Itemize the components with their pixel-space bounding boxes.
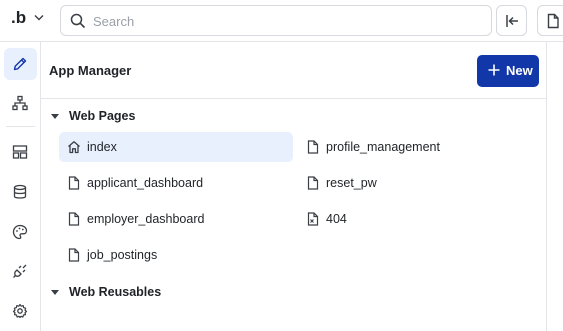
page-button[interactable] (537, 5, 563, 36)
scrollbar[interactable] (546, 42, 563, 331)
file-error-icon (307, 212, 319, 226)
page-item-reset-pw[interactable]: reset_pw (298, 168, 498, 198)
top-bar: .b (0, 0, 563, 42)
caret-down-icon[interactable] (51, 114, 59, 119)
page-label: 404 (326, 212, 347, 226)
page-label: reset_pw (326, 176, 377, 190)
new-button[interactable]: New (477, 55, 539, 87)
file-icon (68, 212, 80, 226)
page-item-employer-dashboard[interactable]: employer_dashboard (59, 204, 293, 234)
file-icon (68, 248, 80, 262)
rail-item-layout[interactable] (4, 136, 37, 168)
chevron-down-icon[interactable] (34, 14, 44, 22)
rail-divider (6, 126, 35, 127)
pencil-icon (13, 57, 27, 71)
collapse-left-icon (506, 15, 518, 27)
page-label: job_postings (87, 248, 158, 262)
page-item-404[interactable]: 404 (298, 204, 498, 234)
page-label: index (87, 140, 117, 154)
plug-icon (13, 264, 27, 278)
search-input[interactable] (93, 11, 473, 31)
rail-item-settings[interactable] (4, 295, 37, 327)
page-item-applicant-dashboard[interactable]: applicant_dashboard (59, 168, 293, 198)
page-title: App Manager (49, 63, 132, 78)
page-label: employer_dashboard (87, 212, 205, 226)
section-title: Web Reusables (69, 285, 162, 299)
page-item-index[interactable]: index (59, 132, 293, 162)
new-button-label: New (506, 63, 533, 78)
file-icon (307, 176, 319, 190)
app-logo[interactable]: .b (11, 8, 26, 28)
rail-item-edit[interactable] (4, 48, 37, 80)
layout-icon (12, 145, 28, 159)
page-item-job-postings[interactable]: job_postings (59, 240, 293, 270)
page-label: profile_management (326, 140, 440, 154)
rail-item-theme[interactable] (4, 216, 37, 248)
plus-icon (488, 64, 500, 76)
search-box[interactable] (60, 5, 492, 36)
page-item-profile-management[interactable]: profile_management (298, 132, 498, 162)
rail-item-integrations[interactable] (4, 255, 37, 287)
section-title: Web Pages (69, 109, 136, 123)
gear-icon (12, 303, 28, 319)
home-icon (68, 141, 80, 154)
left-rail (0, 42, 41, 331)
rail-item-sitemap[interactable] (4, 87, 37, 119)
caret-down-icon[interactable] (51, 290, 59, 295)
collapse-panel-button[interactable] (496, 5, 527, 36)
sitemap-icon (12, 95, 28, 111)
file-icon (307, 140, 319, 154)
search-icon (70, 13, 86, 29)
panel-header: App Manager New (41, 42, 546, 99)
file-icon (68, 176, 80, 190)
palette-icon (12, 224, 28, 240)
database-icon (13, 184, 27, 199)
app-manager-panel: App Manager New Web Pages index profile_… (41, 42, 546, 331)
rail-item-database[interactable] (4, 176, 37, 208)
page-label: applicant_dashboard (87, 176, 204, 190)
file-icon (547, 13, 559, 29)
